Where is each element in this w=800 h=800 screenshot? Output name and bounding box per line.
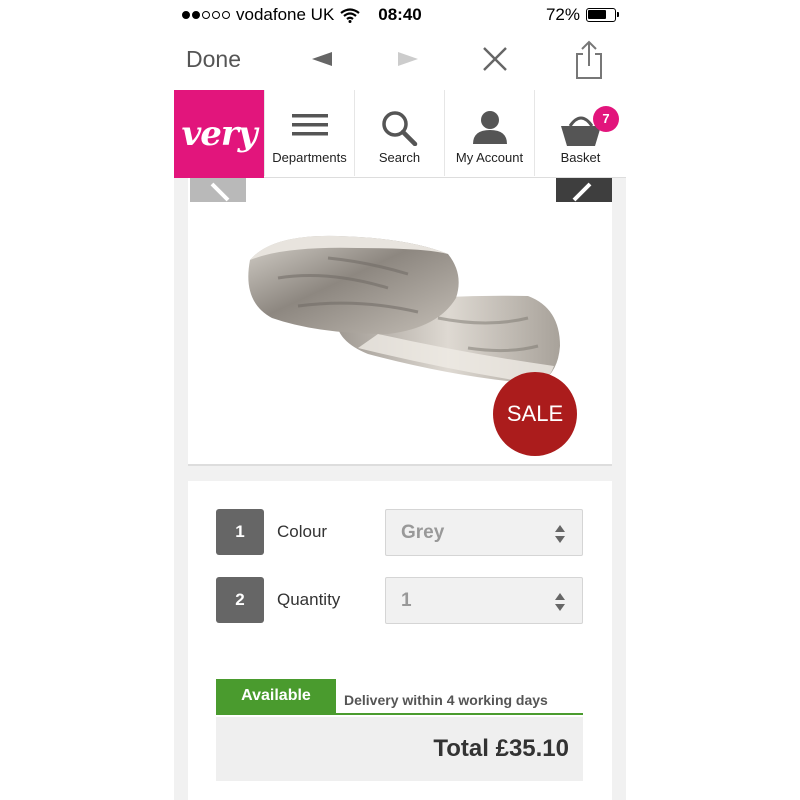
quantity-label: Quantity: [277, 590, 341, 609]
nav-basket-label: Basket: [560, 150, 601, 165]
back-arrow-icon[interactable]: [312, 52, 332, 66]
product-image-card: SALE: [188, 178, 612, 466]
share-icon[interactable]: [574, 40, 604, 80]
quantity-option-row: 2 Quantity 1: [216, 577, 584, 625]
availability-status: Available: [216, 679, 336, 714]
basket-count-badge: 7: [593, 106, 619, 132]
quantity-select[interactable]: 1: [385, 577, 583, 624]
colour-value: Grey: [401, 522, 445, 543]
colour-label: Colour: [277, 522, 328, 541]
very-logo[interactable]: very: [174, 90, 264, 178]
status-right: 72%: [545, 5, 619, 25]
select-arrows-icon: [555, 525, 565, 543]
logo-text: very: [181, 114, 257, 154]
total-box: Total £35.10: [216, 717, 583, 781]
total-price: Total £35.10: [433, 735, 569, 762]
quantity-step-number: 2: [216, 577, 264, 623]
user-icon: [472, 111, 507, 144]
nav-search-label: Search: [378, 150, 421, 165]
battery-icon: [586, 8, 619, 22]
forward-arrow-icon[interactable]: [398, 52, 418, 66]
nav-basket[interactable]: 7 Basket: [534, 90, 626, 176]
sale-badge: SALE: [493, 372, 577, 456]
nav-my-account[interactable]: My Account: [444, 90, 534, 176]
browser-toolbar: Done: [174, 30, 626, 90]
colour-option-row: 1 Colour Grey: [216, 509, 584, 557]
nav-my-account-label: My Account: [455, 150, 524, 165]
availability-bar: Available Delivery within 4 working days: [216, 679, 583, 715]
phone-screen: vodafone UK 08:40 72% Done very Departme…: [174, 0, 626, 800]
nav-search[interactable]: Search: [354, 90, 444, 176]
done-button[interactable]: Done: [186, 46, 241, 73]
search-icon: [381, 111, 417, 146]
colour-step-number: 1: [216, 509, 264, 555]
colour-select[interactable]: Grey: [385, 509, 583, 556]
product-options-card: 1 Colour Grey 2 Quantity 1 Available Del…: [188, 481, 612, 800]
delivery-text: Delivery within 4 working days: [344, 692, 548, 708]
select-arrows-icon: [555, 593, 565, 611]
nav-departments-label: Departments: [272, 150, 347, 165]
close-icon[interactable]: [480, 44, 510, 74]
quantity-value: 1: [401, 590, 412, 611]
hamburger-menu-icon: [291, 114, 328, 136]
status-bar: vodafone UK 08:40 72%: [174, 0, 626, 30]
battery-percent: 72%: [545, 5, 580, 24]
nav-departments[interactable]: Departments: [264, 90, 354, 176]
site-header: very Departments Search My Account 7 Bas…: [174, 90, 626, 178]
